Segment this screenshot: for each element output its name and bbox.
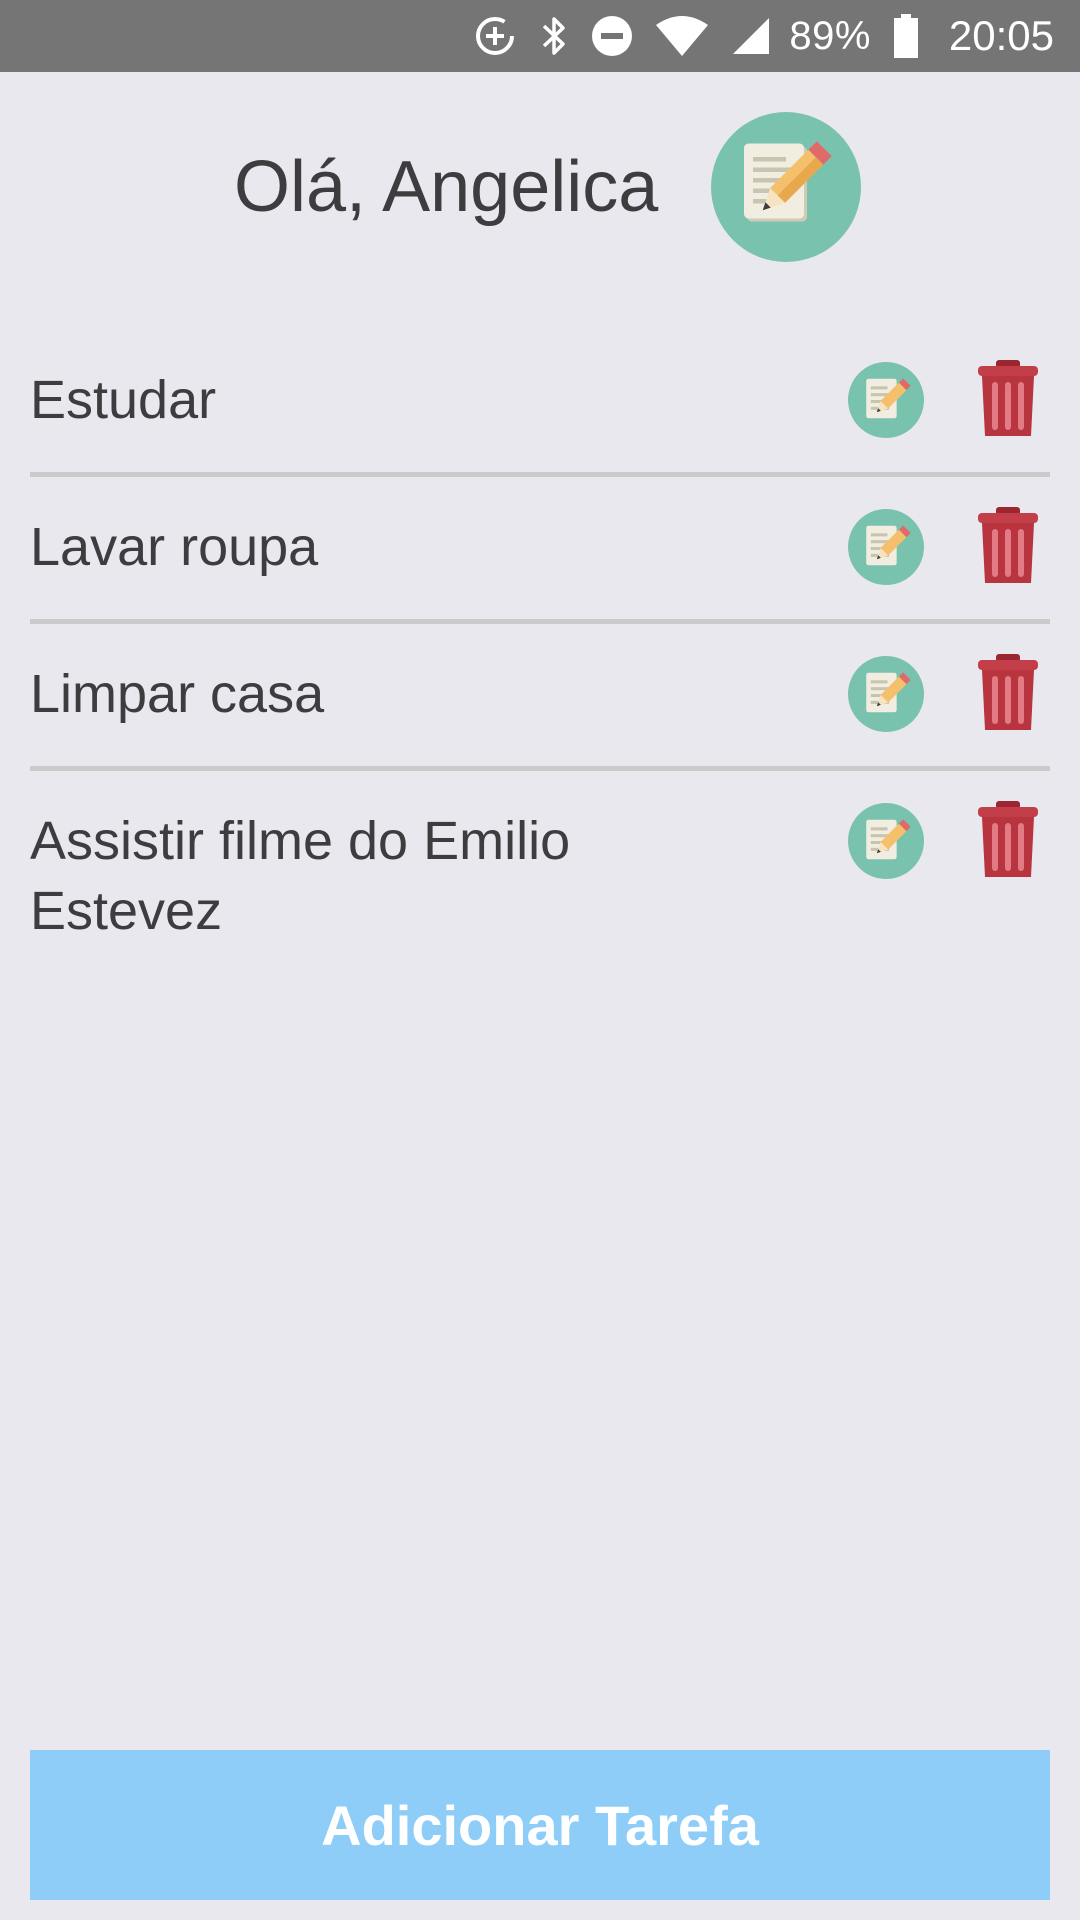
task-title: Limpar casa [30,664,325,724]
task-row[interactable]: Lavar roupa [30,477,1050,624]
edit-icon[interactable] [848,509,924,585]
data-saver-icon [473,14,517,58]
add-task-button[interactable]: Adicionar Tarefa [30,1750,1050,1900]
do-not-disturb-icon [591,15,633,57]
trash-icon[interactable] [976,507,1040,585]
battery-percent: 89% [789,13,871,58]
task-title: Lavar roupa [30,517,319,577]
edit-icon[interactable] [848,803,924,879]
edit-icon[interactable] [848,362,924,438]
greeting-title: Olá, Angelica [234,147,659,227]
edit-icon[interactable] [848,656,924,732]
task-row[interactable]: Assistir filme do Emilio Estevez [30,771,1050,951]
header: Olá, Angelica [0,110,1080,262]
trash-icon[interactable] [976,654,1040,732]
task-title: Estudar [30,370,217,430]
signal-icon [731,16,771,56]
clock: 20:05 [948,12,1054,59]
trash-icon[interactable] [976,360,1040,438]
battery-icon [893,14,919,58]
task-list: Estudar Lavar roupa Limpar casa Assistir… [30,330,1050,951]
notepad-pencil-icon [711,112,861,262]
task-title: Assistir filme do Emilio Estevez [30,811,571,941]
wifi-icon [655,15,709,57]
bluetooth-icon [539,14,569,58]
status-bar: 89% 20:05 [0,0,1080,72]
trash-icon[interactable] [976,801,1040,879]
task-row[interactable]: Limpar casa [30,624,1050,771]
task-row[interactable]: Estudar [30,330,1050,477]
